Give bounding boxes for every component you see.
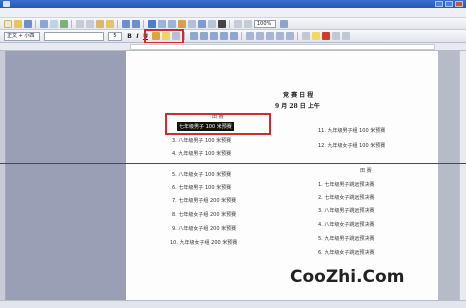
numbering-icon[interactable] bbox=[256, 32, 264, 40]
increase-indent-icon[interactable] bbox=[286, 32, 294, 40]
cut-icon[interactable] bbox=[76, 20, 84, 28]
table-icon[interactable] bbox=[158, 20, 166, 28]
show-hide-icon[interactable] bbox=[218, 20, 226, 28]
align-left-icon[interactable] bbox=[190, 32, 198, 40]
excel-icon[interactable] bbox=[178, 20, 186, 28]
list-item-5: 5. 八年级女子 100 米预赛 bbox=[172, 172, 232, 178]
right-item-1: 1. 七年级男子跳远预决赛 bbox=[318, 182, 375, 188]
schedule-title: 竞 赛 日 程 bbox=[283, 92, 314, 99]
right-item-6: 6. 九年级女子跳远预决赛 bbox=[318, 250, 375, 256]
standard-toolbar: 100% bbox=[0, 18, 466, 30]
list-item-12: 12. 九年级女子组 100 米预赛 bbox=[318, 143, 386, 149]
list-item-6: 6. 七年级男子 100 米预赛 bbox=[172, 185, 232, 191]
formatting-toolbar: 正文 + 小四 5 B I U bbox=[0, 30, 466, 43]
spellcheck-icon[interactable] bbox=[60, 20, 68, 28]
list-item-9: 9. 八年级女子组 200 米预赛 bbox=[172, 226, 237, 232]
title-bar bbox=[0, 0, 466, 8]
left-margin-area bbox=[0, 51, 126, 308]
font-size-select[interactable]: 5 bbox=[108, 32, 122, 41]
drawing-icon[interactable] bbox=[198, 20, 206, 28]
vertical-scrollbar[interactable] bbox=[459, 51, 466, 308]
align-right-icon[interactable] bbox=[210, 32, 218, 40]
window-controls bbox=[435, 1, 463, 7]
reading-icon[interactable] bbox=[234, 20, 242, 28]
red-divider-line bbox=[0, 163, 466, 164]
list-item-3: 3. 八年级男子 100 米预赛 bbox=[172, 138, 232, 144]
bullets-icon[interactable] bbox=[266, 32, 274, 40]
columns-icon[interactable] bbox=[188, 20, 196, 28]
font-select[interactable] bbox=[44, 32, 104, 41]
copy-icon[interactable] bbox=[86, 20, 94, 28]
hyperlink-icon[interactable] bbox=[148, 20, 156, 28]
right-item-5: 5. 九年级男子跳远预决赛 bbox=[318, 236, 375, 242]
save-icon[interactable] bbox=[24, 20, 32, 28]
distribute-icon[interactable] bbox=[230, 32, 238, 40]
enclose-icon[interactable] bbox=[342, 32, 350, 40]
right-section-title: 田 赛 bbox=[360, 168, 372, 174]
line-spacing-icon[interactable] bbox=[246, 32, 254, 40]
close-button[interactable] bbox=[455, 1, 463, 7]
zoom-select[interactable]: 100% bbox=[254, 20, 276, 28]
selected-text[interactable]: 七年级男子 100 米预赛 bbox=[177, 122, 234, 131]
open-folder-icon[interactable] bbox=[14, 20, 22, 28]
justify-icon[interactable] bbox=[220, 32, 228, 40]
bold-icon[interactable]: B bbox=[126, 32, 133, 41]
font-color-icon[interactable] bbox=[322, 32, 330, 40]
schedule-date: 9 月 28 日 上午 bbox=[275, 103, 320, 110]
menu-bar bbox=[0, 8, 466, 18]
maximize-button[interactable] bbox=[445, 1, 453, 7]
list-item-11: 11. 九年级男子组 100 米预赛 bbox=[318, 128, 386, 134]
right-item-2: 2. 七年级女子跳远预决赛 bbox=[318, 195, 375, 201]
phonetic-icon[interactable] bbox=[332, 32, 340, 40]
list-item-10: 10. 九年级女子组 200 米预赛 bbox=[170, 240, 238, 246]
right-item-4: 4. 八年级女子跳远预决赛 bbox=[318, 222, 375, 228]
word-app-icon bbox=[3, 1, 10, 7]
style-select[interactable]: 正文 + 小四 bbox=[4, 32, 40, 41]
paste-icon[interactable] bbox=[96, 20, 104, 28]
toolbar-highlight-box bbox=[144, 29, 184, 44]
insert-table-icon[interactable] bbox=[168, 20, 176, 28]
print-icon[interactable] bbox=[40, 20, 48, 28]
print-preview-icon[interactable] bbox=[50, 20, 58, 28]
italic-icon[interactable]: I bbox=[134, 32, 141, 41]
undo-icon[interactable] bbox=[122, 20, 130, 28]
decrease-indent-icon[interactable] bbox=[276, 32, 284, 40]
border-icon[interactable] bbox=[302, 32, 310, 40]
list-item-8: 8. 七年级女子组 200 米预赛 bbox=[172, 212, 237, 218]
document-map-icon[interactable] bbox=[208, 20, 216, 28]
format-painter-icon[interactable] bbox=[106, 20, 114, 28]
status-bar bbox=[0, 300, 466, 308]
watermark-text: CooZhi.Com bbox=[290, 267, 405, 287]
horizontal-ruler bbox=[0, 43, 466, 51]
minimize-button[interactable] bbox=[435, 1, 443, 7]
align-center-icon[interactable] bbox=[200, 32, 208, 40]
list-item-4: 4. 九年级男子 100 米预赛 bbox=[172, 151, 232, 157]
new-document-icon[interactable] bbox=[4, 20, 12, 28]
help-icon[interactable] bbox=[244, 20, 252, 28]
right-item-3: 3. 八年级男子跳远预决赛 bbox=[318, 208, 375, 214]
highlight-icon[interactable] bbox=[312, 32, 320, 40]
redo-icon[interactable] bbox=[132, 20, 140, 28]
list-item-7: 7. 七年级男子组 200 米预赛 bbox=[172, 198, 237, 204]
vertical-ruler bbox=[0, 51, 6, 308]
read-mode-icon[interactable] bbox=[280, 20, 288, 28]
